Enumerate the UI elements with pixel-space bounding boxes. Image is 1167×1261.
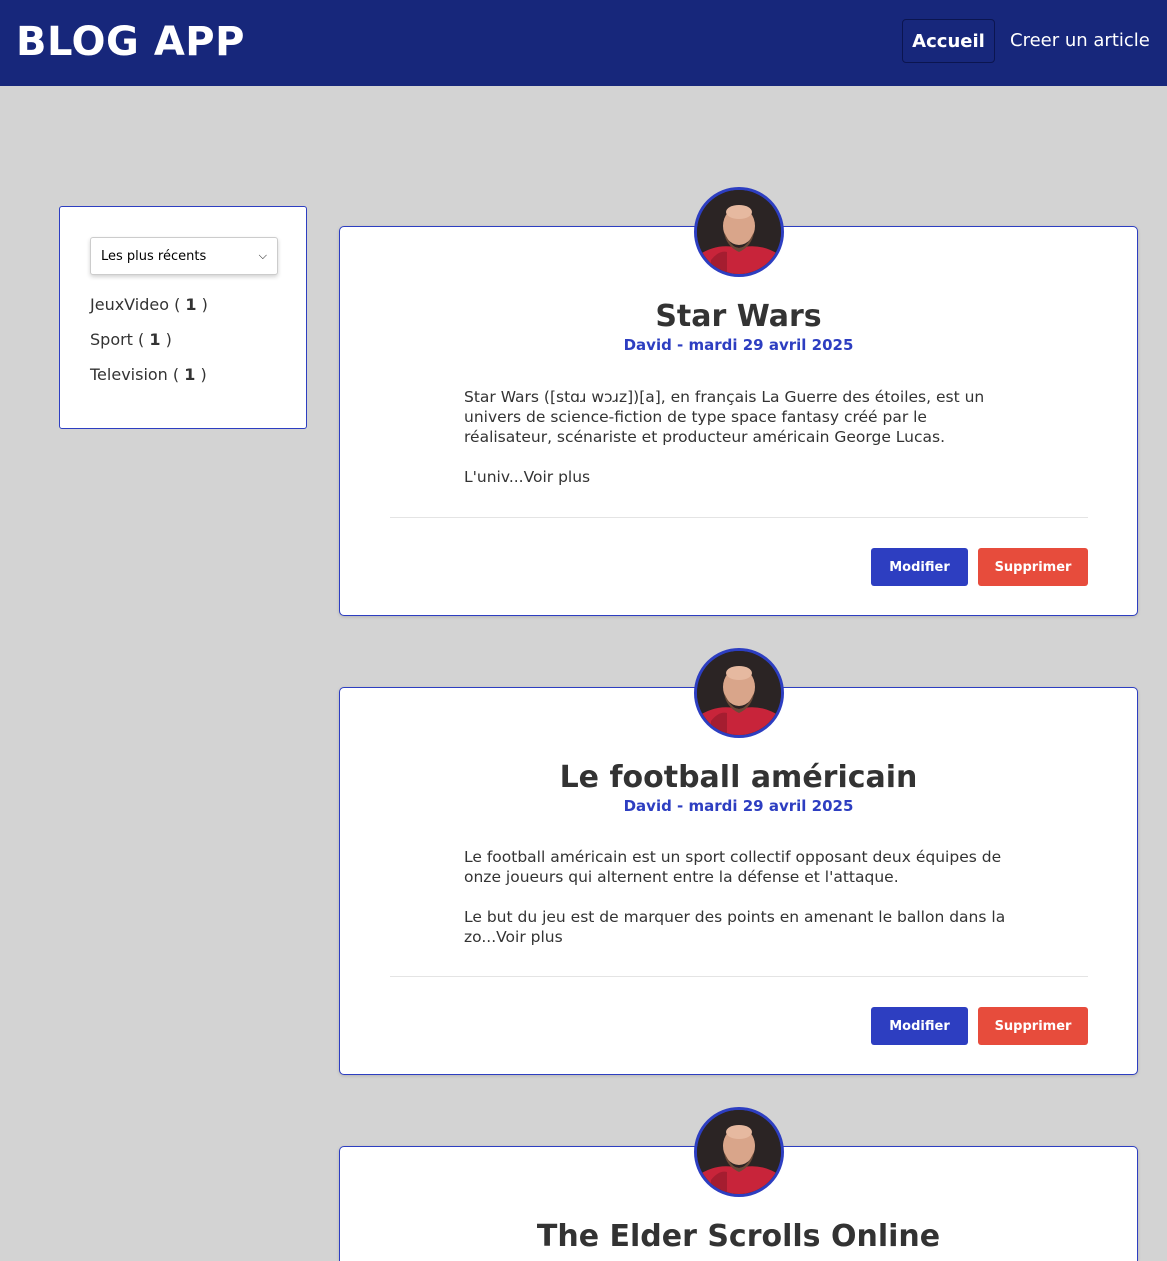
author-avatar (694, 187, 784, 277)
category-item-jeuxvideo[interactable]: JeuxVideo ( 1 ) (90, 295, 208, 314)
delete-button[interactable]: Supprimer (978, 548, 1088, 586)
nav-home-link[interactable]: Accueil (902, 19, 995, 63)
divider (390, 517, 1088, 518)
author-avatar (694, 648, 784, 738)
nav-create-article-link[interactable]: Creer un article (1010, 30, 1150, 51)
delete-button[interactable]: Supprimer (978, 1007, 1088, 1045)
edit-button[interactable]: Modifier (871, 1007, 968, 1045)
brand-logo[interactable]: BLOG APP (16, 16, 245, 68)
article-excerpt: Star Wars ([stɑɹ wɔɹz])[a], en français … (464, 387, 1016, 507)
sort-select[interactable]: Les plus récents ⌵ (90, 237, 278, 275)
category-name: Television (90, 365, 168, 384)
excerpt-paragraph: Le football américain est un sport colle… (464, 848, 1002, 886)
category-name: Sport (90, 330, 133, 349)
article-title[interactable]: Star Wars (340, 299, 1137, 334)
excerpt-paragraph[interactable]: L'univ...Voir plus (464, 467, 1016, 487)
edit-button[interactable]: Modifier (871, 548, 968, 586)
category-count: 1 (149, 330, 161, 349)
category-count: 1 (185, 295, 197, 314)
top-navbar: BLOG APP Accueil Creer un article (0, 0, 1167, 86)
sort-select-value: Les plus récents (101, 248, 207, 264)
category-name: JeuxVideo (90, 295, 169, 314)
article-meta: David - mardi 29 avril 2025 (623, 797, 854, 815)
category-item-television[interactable]: Television ( 1 ) (90, 365, 207, 384)
article-card: Star Wars David - mardi 29 avril 2025 St… (339, 226, 1138, 616)
chevron-down-icon: ⌵ (258, 249, 267, 262)
category-sidebar: Les plus récents ⌵ JeuxVideo ( 1 ) Sport… (59, 206, 307, 429)
category-count: 1 (184, 365, 196, 384)
excerpt-paragraph[interactable]: Le but du jeu est de marquer des points … (464, 907, 1016, 947)
excerpt-paragraph: Star Wars ([stɑɹ wɔɹz])[a], en français … (464, 388, 985, 446)
author-avatar (694, 1107, 784, 1197)
article-title[interactable]: The Elder Scrolls Online (340, 1219, 1137, 1254)
divider (390, 976, 1088, 977)
category-item-sport[interactable]: Sport ( 1 ) (90, 330, 172, 349)
article-title[interactable]: Le football américain (340, 760, 1137, 795)
article-excerpt: Le football américain est un sport colle… (464, 847, 1016, 967)
article-meta: David - mardi 29 avril 2025 (623, 336, 854, 354)
article-card: Le football américain David - mardi 29 a… (339, 687, 1138, 1075)
